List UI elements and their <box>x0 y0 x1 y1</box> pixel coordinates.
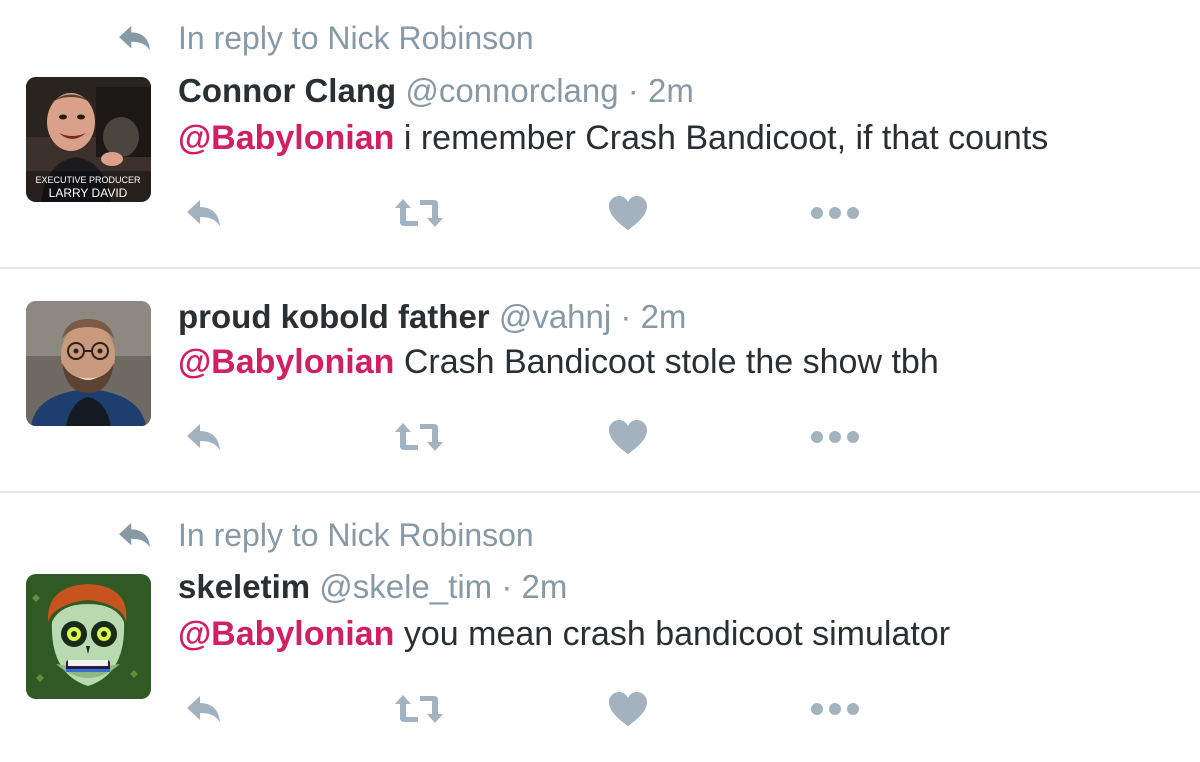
retweet-button[interactable] <box>392 689 446 729</box>
separator-dot: · <box>627 72 639 109</box>
more-button[interactable] <box>808 417 862 457</box>
like-icon <box>608 691 648 727</box>
avatar[interactable]: EXECUTIVE PRODUCER LARRY DAVID <box>26 77 151 202</box>
tweet[interactable]: proud kobold father @vahnj · 2m @Babylon… <box>0 269 1200 491</box>
more-button[interactable] <box>808 689 862 729</box>
separator-dot: · <box>501 568 513 605</box>
tweet-text: @Babylonian Crash Bandicoot stole the sh… <box>178 342 939 382</box>
retweet-icon <box>394 693 444 725</box>
tweet-header: skeletim @skele_tim · 2m <box>178 567 567 607</box>
timestamp[interactable]: 2m <box>522 568 568 605</box>
reply-context-icon <box>116 520 154 550</box>
retweet-button[interactable] <box>392 193 446 233</box>
avatar[interactable] <box>26 301 151 426</box>
tweet[interactable]: In reply to Nick Robinson skeletim @skel… <box>0 493 1200 762</box>
username[interactable]: @skele_tim <box>319 568 492 605</box>
display-name[interactable]: skeletim <box>178 568 310 605</box>
tweet-header: Connor Clang @connorclang · 2m <box>178 71 694 111</box>
reply-button[interactable] <box>182 193 226 233</box>
more-button[interactable] <box>808 193 862 233</box>
reply-button[interactable] <box>182 417 226 457</box>
avatar[interactable] <box>26 574 151 699</box>
mention-link[interactable]: @Babylonian <box>178 119 394 157</box>
tweet-actions <box>0 193 1200 233</box>
tweet-text: @Babylonian you mean crash bandicoot sim… <box>178 614 950 654</box>
timestamp[interactable]: 2m <box>641 298 687 335</box>
retweet-icon <box>394 197 444 229</box>
reply-icon <box>184 197 224 229</box>
avatar-caption-line1: EXECUTIVE PRODUCER <box>35 175 141 185</box>
separator-dot: · <box>620 298 632 335</box>
like-button[interactable] <box>606 193 650 233</box>
reply-icon <box>184 421 224 453</box>
timestamp[interactable]: 2m <box>648 72 694 109</box>
reply-icon <box>184 693 224 725</box>
tweet[interactable]: In reply to Nick Robinson EXECUTIVE PROD… <box>0 0 1200 268</box>
like-icon <box>608 419 648 455</box>
like-button[interactable] <box>606 689 650 729</box>
more-icon <box>810 430 860 444</box>
tweet-text-content: i remember Crash Bandicoot, if that coun… <box>394 119 1049 157</box>
username[interactable]: @vahnj <box>499 298 611 335</box>
like-icon <box>608 195 648 231</box>
tweet-header: proud kobold father @vahnj · 2m <box>178 297 686 337</box>
retweet-icon <box>394 421 444 453</box>
display-name[interactable]: Connor Clang <box>178 72 396 109</box>
more-icon <box>810 702 860 716</box>
username[interactable]: @connorclang <box>405 72 618 109</box>
retweet-button[interactable] <box>392 417 446 457</box>
reply-context-text: In reply to Nick Robinson <box>178 19 534 56</box>
display-name[interactable]: proud kobold father <box>178 298 490 335</box>
reply-button[interactable] <box>182 689 226 729</box>
tweet-actions <box>0 689 1200 729</box>
tweet-actions <box>0 417 1200 457</box>
reply-context-text: In reply to Nick Robinson <box>178 516 534 553</box>
reply-context[interactable]: In reply to Nick Robinson <box>116 18 534 58</box>
more-icon <box>810 206 860 220</box>
reply-context[interactable]: In reply to Nick Robinson <box>116 515 534 555</box>
like-button[interactable] <box>606 417 650 457</box>
mention-link[interactable]: @Babylonian <box>178 615 394 653</box>
tweet-text-content: Crash Bandicoot stole the show tbh <box>394 343 939 381</box>
mention-link[interactable]: @Babylonian <box>178 343 394 381</box>
tweet-text-content: you mean crash bandicoot simulator <box>394 615 951 653</box>
tweet-text: @Babylonian i remember Crash Bandicoot, … <box>178 118 1048 158</box>
reply-context-icon <box>116 23 154 53</box>
